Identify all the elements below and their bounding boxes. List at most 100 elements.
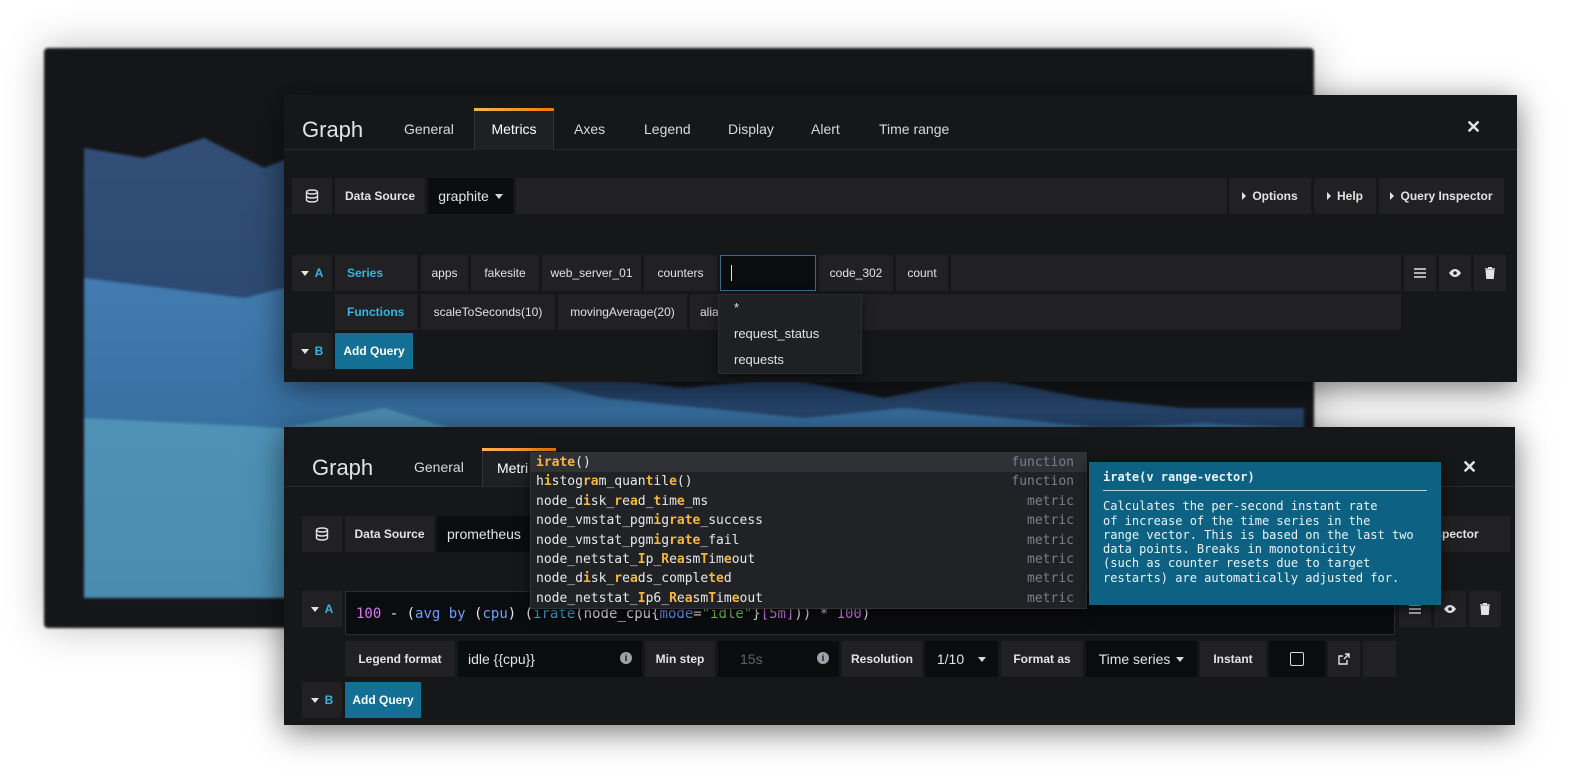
autocomplete-item-kind: metric <box>1027 493 1074 509</box>
legend-format-label: Legend format <box>345 641 455 677</box>
doc-line: Calculates the per-second instant rate <box>1103 499 1378 514</box>
trash-icon[interactable] <box>1474 255 1506 291</box>
collapse-icon <box>310 606 319 612</box>
autocomplete-item[interactable]: node_vmstat_pgmigrate_success metric <box>531 511 1086 530</box>
add-query-button[interactable]: Add Query <box>335 333 413 369</box>
legend-format-input[interactable]: idle {{cpu}} i <box>458 641 642 677</box>
autocomplete-item-label: node_vmstat_pgmigrate_fail <box>536 532 740 548</box>
tab-alert[interactable]: Alert <box>809 121 842 137</box>
tab-general[interactable]: General <box>402 121 456 137</box>
doc-line: restarts) are automatically adjusted for… <box>1103 570 1400 585</box>
segment-count[interactable]: count <box>896 255 948 291</box>
chevron-down-icon <box>978 656 987 662</box>
segment-dropdown: * request_status requests <box>718 294 862 374</box>
tab-general[interactable]: General <box>412 459 466 475</box>
panel-header: Graph General Metrics Axes Legend Displa… <box>284 95 1517 150</box>
autocomplete-item-kind: metric <box>1027 513 1074 529</box>
autocomplete-item-kind: metric <box>1027 532 1074 548</box>
collapse-icon <box>300 270 309 276</box>
segment-web-server[interactable]: web_server_01 <box>542 255 641 291</box>
doc-line: of increase of the time series in the <box>1103 513 1371 528</box>
add-query-button[interactable]: Add Query <box>345 682 421 718</box>
series-spacer <box>951 255 1401 291</box>
autocomplete-item-kind: metric <box>1027 571 1074 587</box>
query-inspector-button[interactable]: Query Inspector <box>1379 178 1504 214</box>
instant-checkbox[interactable] <box>1290 652 1304 666</box>
format-as-value: Time series <box>1098 651 1171 667</box>
info-icon[interactable]: i <box>817 652 829 664</box>
autocomplete-item[interactable]: histogram_quantile() function <box>531 472 1086 491</box>
datasource-label: Data Source <box>345 516 434 552</box>
autocomplete-item[interactable]: node_disk_read_time_ms metric <box>531 492 1086 511</box>
autocomplete-item[interactable]: node_netstat_Ip6_ReasmTimeout metric <box>531 589 1086 608</box>
segment-counters[interactable]: counters <box>644 255 717 291</box>
autocomplete-item-label: node_netstat_Ip6_ReasmTimeout <box>536 590 763 606</box>
share-icon[interactable] <box>1328 641 1360 677</box>
info-icon[interactable]: i <box>620 652 632 664</box>
resolution-value: 1/10 <box>936 651 965 667</box>
segment-apps[interactable]: apps <box>421 255 468 291</box>
min-step-input[interactable]: 15s i <box>718 641 839 677</box>
chevron-down-icon <box>1176 656 1185 662</box>
doc-line: (such as counter resets due to target <box>1103 556 1371 571</box>
segment-code-302[interactable]: code_302 <box>819 255 893 291</box>
segment-fakesite[interactable]: fakesite <box>471 255 539 291</box>
resolution-select[interactable]: 1/10 <box>925 641 998 677</box>
autocomplete-item[interactable]: node_vmstat_pgmigrate_fail metric <box>531 531 1086 550</box>
dropdown-item[interactable]: requests <box>719 347 861 373</box>
text-cursor <box>731 265 732 281</box>
datasource-select[interactable]: graphite <box>428 178 513 214</box>
eye-icon[interactable] <box>1439 255 1471 291</box>
tab-axes[interactable]: Axes <box>572 121 607 137</box>
tab-legend[interactable]: Legend <box>642 121 693 137</box>
autocomplete-item[interactable]: node_disk_reads_completed metric <box>531 569 1086 588</box>
options-button[interactable]: Options <box>1229 178 1311 214</box>
chevron-down-icon <box>494 193 503 199</box>
help-button[interactable]: Help <box>1314 178 1376 214</box>
datasource-select[interactable]: prometheus <box>437 516 537 552</box>
autocomplete-item-kind: function <box>1011 474 1074 490</box>
functions-label: Functions <box>335 294 417 330</box>
panel-title: Graph <box>312 455 374 480</box>
function-scale-to-seconds[interactable]: scaleToSeconds(10) <box>421 294 555 330</box>
autocomplete-item-kind: function <box>1011 455 1074 470</box>
menu-icon[interactable] <box>1404 255 1436 291</box>
autocomplete-item-kind: metric <box>1027 590 1074 606</box>
legend-format-value: idle {{cpu}} <box>468 651 535 667</box>
autocomplete-item-label: histogram_quantile() <box>536 474 693 490</box>
query-b-toggle[interactable]: B <box>302 682 342 718</box>
min-step-label: Min step <box>645 641 715 677</box>
query-a-toggle[interactable]: A <box>292 255 332 291</box>
collapse-icon <box>300 348 309 354</box>
tab-time-range[interactable]: Time range <box>877 121 951 137</box>
function-moving-average[interactable]: movingAverage(20) <box>558 294 687 330</box>
caret-right-icon <box>1242 192 1247 200</box>
resolution-label: Resolution <box>842 641 922 677</box>
dropdown-item[interactable]: * <box>719 295 861 321</box>
trash-icon[interactable] <box>1469 591 1501 627</box>
datasource-spacer <box>516 178 1227 214</box>
autocomplete-item[interactable]: node_netstat_Ip_ReasmTimeout metric <box>531 550 1086 569</box>
autocomplete-list: irate() function histogram_quantile() funct… <box>530 452 1087 609</box>
doc-line: data points. Breaks in monotonicity <box>1103 542 1356 557</box>
dropdown-item[interactable]: request_status <box>719 321 861 347</box>
instant-checkbox-wrap <box>1269 641 1325 677</box>
database-icon <box>302 516 342 552</box>
query-a-toggle[interactable]: A <box>302 591 342 627</box>
datasource-value: graphite <box>438 188 489 204</box>
close-icon[interactable]: ✕ <box>1466 117 1481 138</box>
options-spacer <box>1363 641 1396 677</box>
segment-input[interactable] <box>720 255 816 291</box>
function-doc-tooltip: irate(v range-vector) Calculates the per… <box>1089 462 1441 605</box>
format-as-select[interactable]: Time series <box>1086 641 1197 677</box>
doc-title: irate(v range-vector) <box>1103 470 1427 492</box>
tab-display[interactable]: Display <box>726 121 776 137</box>
function-alias[interactable]: alia <box>690 294 720 330</box>
datasource-label: Data Source <box>335 178 425 214</box>
query-b-toggle[interactable]: B <box>292 333 332 369</box>
database-icon <box>292 178 332 214</box>
tab-metrics[interactable]: Metrics <box>474 108 554 150</box>
autocomplete-item-label: node_disk_read_time_ms <box>536 493 709 509</box>
autocomplete-item[interactable]: irate() function <box>531 453 1086 473</box>
close-icon[interactable]: ✕ <box>1462 457 1477 478</box>
